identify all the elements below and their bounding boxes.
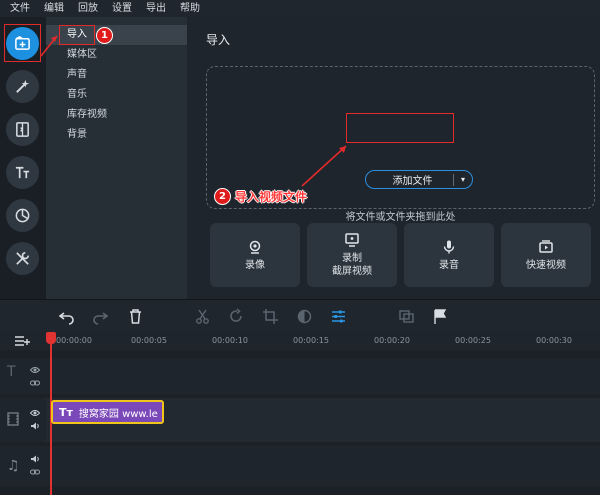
text-track-icon: T [7, 364, 16, 380]
tile-webcam-label: 录像 [245, 259, 265, 271]
annotation-arrow-1 [40, 35, 58, 57]
webcam-icon [249, 240, 261, 254]
drop-hint-text: 将文件或文件夹拖到此处 [345, 212, 456, 223]
annotation-step-2: 2 导入视频文件 [214, 188, 307, 205]
crop-icon[interactable] [262, 308, 279, 325]
transitions-icon [16, 122, 29, 137]
ruler-tick: 00:00:00 [56, 336, 92, 345]
text-track-header: T [0, 358, 46, 394]
ruler-tick: 00:00:10 [212, 336, 248, 345]
color-adjust-icon[interactable] [296, 308, 313, 325]
time-ruler[interactable]: 00:00:00 00:00:05 00:00:10 00:00:15 00:0… [46, 332, 600, 350]
tile-audio-record-label: 录音 [439, 259, 459, 271]
titles-icon [15, 166, 30, 179]
video-editor-window: 文件 编辑 回放 设置 导出 帮助 导入 媒体区 声音 音乐 库存视频 背景 1… [0, 0, 600, 495]
annotation-badge-1: 1 [96, 27, 113, 44]
video-track-header [0, 398, 46, 442]
clip-properties-icon[interactable] [330, 308, 347, 325]
section-list: 导入 媒体区 声音 音乐 库存视频 背景 [46, 17, 187, 299]
eye-icon[interactable] [30, 408, 40, 418]
tile-quick-video[interactable]: 快速视频 [501, 223, 591, 287]
redo-icon[interactable] [92, 308, 109, 325]
section-item-music[interactable]: 音乐 [46, 85, 187, 105]
speaker-icon[interactable] [30, 421, 40, 431]
tile-quick-video-label: 快速视频 [526, 259, 566, 271]
menu-settings[interactable]: 设置 [102, 0, 132, 17]
add-track-button[interactable] [0, 332, 46, 350]
link-icon[interactable] [30, 467, 40, 477]
annotation-step-2-text: 导入视频文件 [235, 190, 308, 204]
flag-icon[interactable] [432, 308, 449, 325]
screen-record-icon [345, 233, 359, 247]
trash-icon[interactable] [127, 308, 144, 325]
section-item-media[interactable]: 媒体区 [46, 45, 187, 65]
annotation-badge-2: 2 [214, 188, 231, 205]
tile-screen-record-label: 录制 截屏视频 [332, 253, 372, 277]
rail-effects-button[interactable] [6, 70, 39, 103]
tile-webcam[interactable]: 录像 [210, 223, 300, 287]
audio-track[interactable] [46, 446, 600, 486]
menu-edit[interactable]: 编辑 [34, 0, 64, 17]
chevron-down-icon[interactable]: ▾ [454, 175, 472, 184]
section-item-stock-video[interactable]: 库存视频 [46, 105, 187, 125]
menu-playback[interactable]: 回放 [68, 0, 98, 17]
menu-export[interactable]: 导出 [136, 0, 166, 17]
microphone-icon [443, 240, 455, 253]
rail-titles-button[interactable] [6, 156, 39, 189]
title-clip[interactable]: Tт 搜窝家园 www.le [51, 400, 164, 424]
overlay-icon[interactable] [398, 308, 415, 325]
text-track[interactable] [46, 358, 600, 394]
tools-icon [16, 251, 30, 265]
link-icon[interactable] [30, 378, 40, 388]
ruler-tick: 00:00:30 [536, 336, 572, 345]
rail-stickers-button[interactable] [6, 199, 39, 232]
add-files-button[interactable]: 添加文件 ▾ [365, 170, 473, 189]
timeline-toolbar [0, 299, 600, 332]
playhead-handle[interactable] [46, 332, 56, 344]
add-files-label: 添加文件 [392, 176, 433, 187]
cut-icon[interactable] [194, 308, 211, 325]
import-panel: 导入 添加文件 ▾ 将文件或文件夹拖到此处 录像 录制 截屏视频 录音 快速视频 [187, 17, 600, 299]
ruler-tick: 00:00:05 [131, 336, 167, 345]
rail-transitions-button[interactable] [6, 113, 39, 146]
menu-file[interactable]: 文件 [0, 0, 30, 17]
section-item-background[interactable]: 背景 [46, 125, 187, 145]
annotation-highlight-import-button [4, 24, 41, 62]
magic-wand-icon [16, 79, 30, 93]
section-item-sound[interactable]: 声音 [46, 65, 187, 85]
film-icon [7, 412, 19, 426]
panel-title: 导入 [206, 33, 231, 47]
annotation-highlight-add-files [346, 113, 454, 143]
ruler-tick: 00:00:20 [374, 336, 410, 345]
ruler-tick: 00:00:15 [293, 336, 329, 345]
capture-tiles: 录像 录制 截屏视频 录音 快速视频 [210, 223, 594, 287]
title-clip-text: 搜窝家园 www.le [78, 408, 158, 420]
quick-video-icon [539, 239, 553, 253]
tile-audio-record[interactable]: 录音 [404, 223, 494, 287]
stickers-icon [15, 208, 30, 223]
titles-icon: Tт [59, 405, 73, 419]
ruler-tick: 00:00:25 [455, 336, 491, 345]
menu-bar: 文件 编辑 回放 设置 导出 帮助 [0, 0, 600, 17]
annotation-arrow-2 [301, 145, 347, 187]
annotation-highlight-import-item [59, 25, 95, 45]
add-track-icon [15, 336, 30, 346]
rotate-icon[interactable] [228, 308, 245, 325]
audio-track-header: ♫ [0, 446, 46, 486]
undo-icon[interactable] [58, 308, 75, 325]
tile-screen-record[interactable]: 录制 截屏视频 [307, 223, 397, 287]
rail-tools-button[interactable] [6, 242, 39, 275]
music-note-icon: ♫ [7, 458, 20, 474]
eye-icon[interactable] [30, 365, 40, 375]
menu-help[interactable]: 帮助 [170, 0, 200, 17]
speaker-icon[interactable] [30, 454, 40, 464]
